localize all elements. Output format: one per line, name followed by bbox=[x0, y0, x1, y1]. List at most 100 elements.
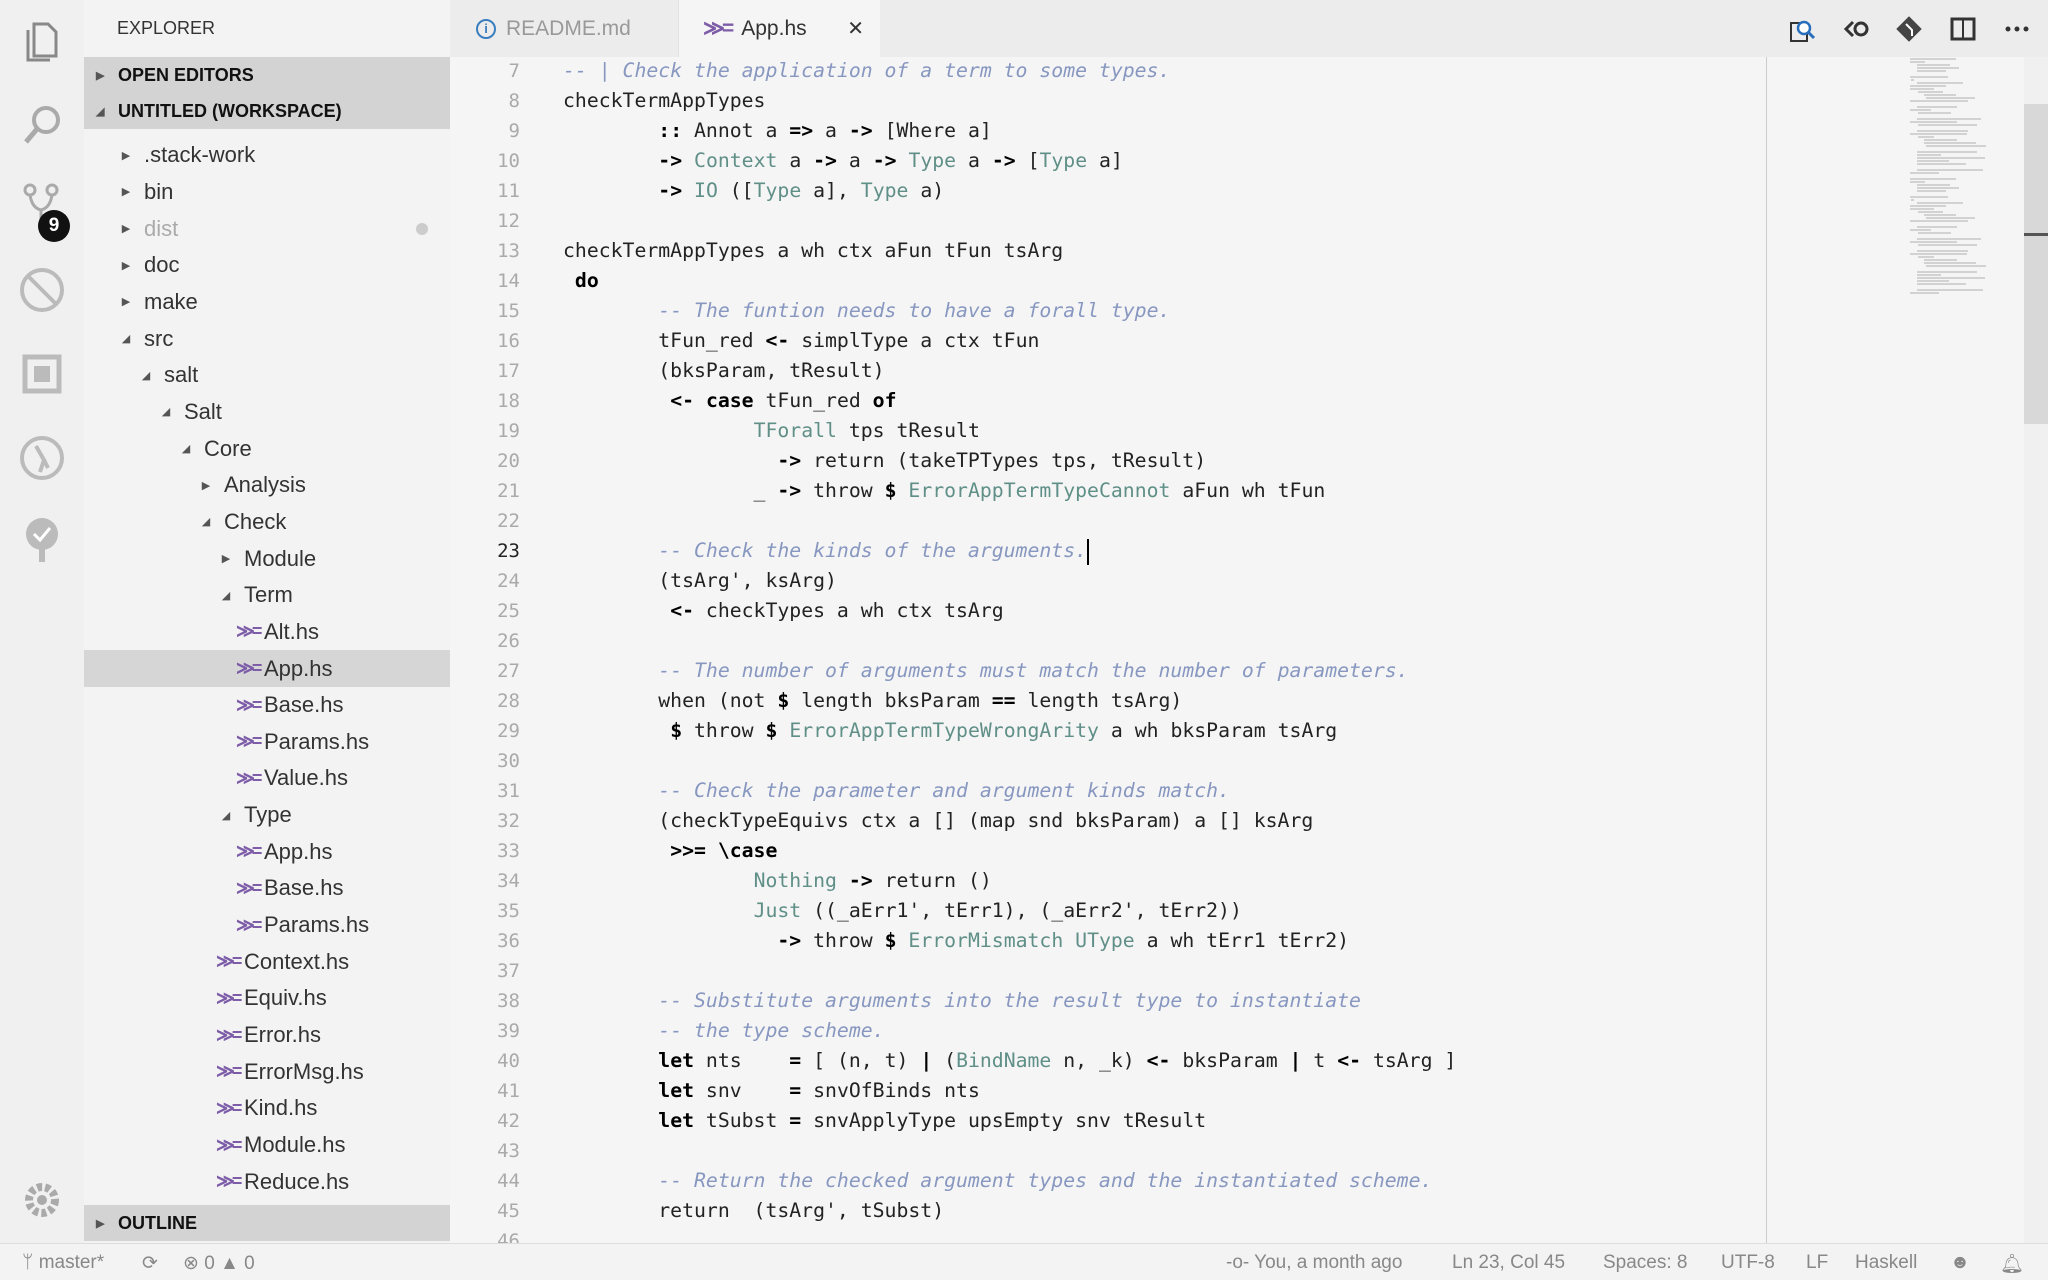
code-line[interactable]: -- Return the checked argument types and… bbox=[563, 1166, 1456, 1196]
editor-scrollbar[interactable] bbox=[2024, 57, 2048, 1243]
notifications-icon[interactable]: 🔔︎ bbox=[2000, 1252, 2024, 1276]
tree-folder[interactable]: ▶ make bbox=[84, 284, 450, 321]
tab-app-hs[interactable]: ≫= App.hs ✕ bbox=[679, 0, 880, 57]
minimap[interactable] bbox=[1910, 57, 2000, 294]
tree-folder[interactable]: ▶ dist bbox=[84, 210, 450, 247]
tree-file[interactable]: ≫= Kind.hs bbox=[84, 1090, 450, 1127]
code-line[interactable]: -- the type scheme. bbox=[563, 1016, 1456, 1046]
tree-folder[interactable]: ◢ salt bbox=[84, 357, 450, 394]
tree-file[interactable]: ≫= Module.hs bbox=[84, 1127, 450, 1164]
code-line[interactable]: ​ bbox=[563, 626, 1456, 656]
scrollbar-thumb[interactable] bbox=[2024, 104, 2048, 424]
extensions-icon[interactable] bbox=[14, 346, 70, 402]
tree-folder[interactable]: ▶ Analysis bbox=[84, 467, 450, 504]
tree-folder[interactable]: ◢ Term bbox=[84, 577, 450, 614]
tree-file[interactable]: ≫= Params.hs bbox=[84, 724, 450, 761]
tree-file[interactable]: ≫= Context.hs bbox=[84, 943, 450, 980]
code-line[interactable]: Nothing -> return () bbox=[563, 866, 1456, 896]
tree-icon[interactable] bbox=[14, 512, 70, 568]
tree-file[interactable]: ≫= Base.hs bbox=[84, 687, 450, 724]
tree-folder[interactable]: ◢ Type bbox=[84, 797, 450, 834]
code-line[interactable]: (checkTypeEquivs ctx a [] (map snd bksPa… bbox=[563, 806, 1456, 836]
code-line[interactable]: <- checkTypes a wh ctx tsArg bbox=[563, 596, 1456, 626]
tree-file[interactable]: ≫= Params.hs bbox=[84, 907, 450, 944]
git-graph-icon[interactable] bbox=[14, 430, 70, 486]
tree-file[interactable]: ≫= ErrorMsg.hs bbox=[84, 1053, 450, 1090]
git-icon[interactable] bbox=[1894, 14, 1924, 44]
code-line[interactable]: do bbox=[563, 266, 1456, 296]
code-line[interactable]: let nts = [ (n, t) | (BindName n, _k) <-… bbox=[563, 1046, 1456, 1076]
code-line[interactable]: checkTermAppTypes bbox=[563, 86, 1456, 116]
outline-section[interactable]: ▶ OUTLINE bbox=[84, 1205, 450, 1241]
code-line[interactable]: ​ bbox=[563, 1136, 1456, 1166]
code-line[interactable]: >>= \case bbox=[563, 836, 1456, 866]
tree-folder[interactable]: ▶ Module bbox=[84, 540, 450, 577]
code-line[interactable]: (tsArg', ksArg) bbox=[563, 566, 1456, 596]
tree-folder[interactable]: ◢ src bbox=[84, 320, 450, 357]
tree-folder[interactable]: ◢ Check bbox=[84, 504, 450, 541]
code-line[interactable]: when (not $ length bksParam == length ts… bbox=[563, 686, 1456, 716]
tree-folder[interactable]: ◢ Core bbox=[84, 430, 450, 467]
indentation-status[interactable]: Spaces: 8 bbox=[1603, 1252, 1688, 1274]
go-back-icon[interactable] bbox=[1842, 14, 1872, 44]
code-line[interactable]: (bksParam, tResult) bbox=[563, 356, 1456, 386]
code-line[interactable]: ​ bbox=[563, 206, 1456, 236]
tree-file[interactable]: ≫= App.hs bbox=[84, 833, 450, 870]
code-line[interactable]: -> Context a -> a -> Type a -> [Type a] bbox=[563, 146, 1456, 176]
code-line[interactable]: -- | Check the application of a term to … bbox=[563, 57, 1456, 86]
cursor-position[interactable]: Ln 23, Col 45 bbox=[1452, 1252, 1565, 1274]
tree-file[interactable]: ≫= App.hs bbox=[84, 650, 450, 687]
tree-folder[interactable]: ▶ .stack-work bbox=[84, 137, 450, 174]
code-line[interactable]: $ throw $ ErrorAppTermTypeWrongArity a w… bbox=[563, 716, 1456, 746]
code-line[interactable]: ​ bbox=[563, 956, 1456, 986]
code-line[interactable]: <- case tFun_red of bbox=[563, 386, 1456, 416]
workspace-section[interactable]: ◢ UNTITLED (WORKSPACE) bbox=[84, 93, 450, 129]
blame-status[interactable]: -o- You, a month ago bbox=[1226, 1252, 1402, 1274]
code-line[interactable]: -> IO ([Type a], Type a) bbox=[563, 176, 1456, 206]
code-line[interactable]: -- Check the kinds of the arguments. bbox=[563, 536, 1456, 566]
search-icon[interactable] bbox=[14, 96, 70, 152]
tree-file[interactable]: ≫= Equiv.hs bbox=[84, 980, 450, 1017]
code-line[interactable]: :: Annot a => a -> [Where a] bbox=[563, 116, 1456, 146]
more-icon[interactable] bbox=[2002, 14, 2032, 44]
tree-file[interactable]: ≫= Base.hs bbox=[84, 870, 450, 907]
code-line[interactable]: return (tsArg', tSubst) bbox=[563, 1196, 1456, 1226]
tree-file[interactable]: ≫= Error.hs bbox=[84, 1017, 450, 1054]
files-icon[interactable] bbox=[14, 14, 70, 70]
split-editor-icon[interactable] bbox=[1948, 14, 1978, 44]
tree-file[interactable]: ≫= Value.hs bbox=[84, 760, 450, 797]
code-line[interactable]: let tSubst = snvApplyType upsEmpty snv t… bbox=[563, 1106, 1456, 1136]
code-line[interactable]: Just ((_aErr1', tErr1), (_aErr2', tErr2)… bbox=[563, 896, 1456, 926]
code-line[interactable]: checkTermAppTypes a wh ctx aFun tFun tsA… bbox=[563, 236, 1456, 266]
eol-status[interactable]: LF bbox=[1806, 1252, 1828, 1274]
code-line[interactable]: ​ bbox=[563, 506, 1456, 536]
code-editor[interactable]: 7 8 9 10 11 12 13 14 15 16 17 18 19 20 21 22 23 24 25 26 27 2… bbox=[450, 57, 2024, 1243]
code-line[interactable]: ​ bbox=[563, 746, 1456, 776]
code-line[interactable]: TForall tps tResult bbox=[563, 416, 1456, 446]
tree-folder[interactable]: ◢ Salt bbox=[84, 394, 450, 431]
settings-icon[interactable] bbox=[14, 1172, 70, 1228]
tree-folder[interactable]: ▶ doc bbox=[84, 247, 450, 284]
tree-file[interactable]: ≫= Reduce.hs bbox=[84, 1163, 450, 1200]
open-editors-section[interactable]: ▶ OPEN EDITORS bbox=[84, 57, 450, 93]
problems-status[interactable]: ⊗ 0 ▲ 0 bbox=[183, 1252, 255, 1275]
tree-file[interactable]: ≫= Alt.hs bbox=[84, 614, 450, 651]
branch-status[interactable]: ᛘ master* bbox=[22, 1252, 104, 1274]
debug-icon[interactable] bbox=[14, 262, 70, 318]
code-line[interactable]: _ -> throw $ ErrorAppTermTypeCannot aFun… bbox=[563, 476, 1456, 506]
code-line[interactable]: -> throw $ ErrorMismatch UType a wh tErr… bbox=[563, 926, 1456, 956]
tree-folder[interactable]: ▶ bin bbox=[84, 174, 450, 211]
code-line[interactable]: tFun_red <- simplType a ctx tFun bbox=[563, 326, 1456, 356]
language-status[interactable]: Haskell bbox=[1855, 1252, 1917, 1274]
feedback-icon[interactable]: ☻ bbox=[1950, 1252, 1970, 1274]
code-line[interactable]: -- Substitute arguments into the result … bbox=[563, 986, 1456, 1016]
close-icon[interactable]: ✕ bbox=[847, 16, 864, 41]
code-line[interactable]: -- The funtion needs to have a forall ty… bbox=[563, 296, 1456, 326]
open-preview-icon[interactable] bbox=[1788, 14, 1818, 44]
code-line[interactable]: let snv = snvOfBinds nts bbox=[563, 1076, 1456, 1106]
sync-icon[interactable]: ⟳ bbox=[142, 1252, 158, 1275]
code-line[interactable]: -- Check the parameter and argument kind… bbox=[563, 776, 1456, 806]
encoding-status[interactable]: UTF-8 bbox=[1721, 1252, 1775, 1274]
code-line[interactable]: -- The number of arguments must match th… bbox=[563, 656, 1456, 686]
code-line[interactable]: ​ bbox=[563, 1226, 1456, 1243]
